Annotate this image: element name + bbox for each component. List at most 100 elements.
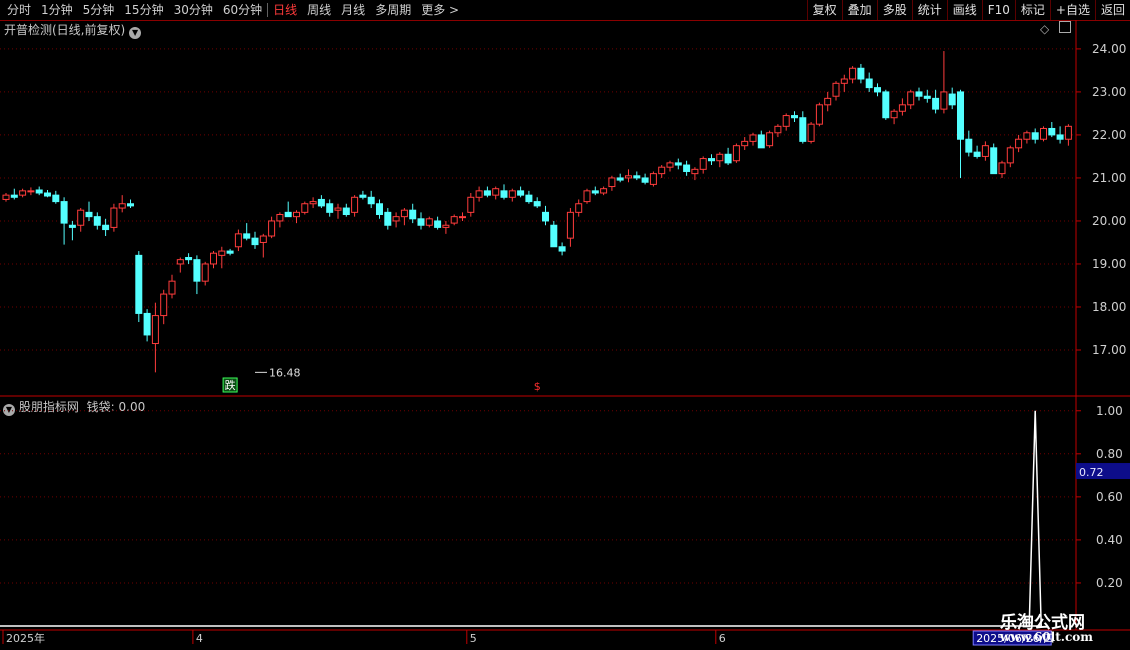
candle	[434, 216, 442, 230]
candle	[342, 203, 350, 217]
candle	[185, 253, 193, 264]
candle	[633, 171, 641, 181]
candle	[309, 197, 317, 209]
candle	[907, 89, 915, 110]
candle-body	[749, 134, 757, 142]
candle-body	[849, 67, 857, 80]
candle	[981, 141, 989, 161]
candle	[27, 187, 35, 196]
candle-body	[633, 175, 641, 179]
candle	[492, 186, 500, 200]
price-tick-label: 18.00	[1092, 300, 1126, 314]
candle	[77, 208, 85, 232]
event-marker-label: 跌	[225, 378, 236, 392]
candle	[566, 208, 574, 247]
candle-body	[957, 91, 964, 140]
candle-body	[492, 188, 500, 196]
candle	[940, 51, 948, 114]
candle	[658, 165, 666, 178]
current-value-label: 0.72	[1079, 466, 1104, 479]
candle	[326, 199, 334, 217]
candle-body	[641, 177, 649, 183]
candle	[591, 186, 599, 196]
candle-body	[1064, 125, 1072, 140]
candle	[724, 147, 732, 166]
candle	[1031, 128, 1039, 144]
candle-body	[965, 138, 973, 153]
candle-body	[500, 190, 508, 198]
candle	[824, 91, 832, 112]
candle	[882, 89, 890, 120]
candle	[542, 205, 549, 226]
candle	[832, 81, 840, 101]
candle-body	[517, 190, 525, 196]
candle-body	[326, 203, 334, 213]
candle	[168, 274, 176, 299]
candle-body	[210, 252, 217, 265]
candle-body	[85, 211, 93, 218]
candle-body	[857, 67, 865, 80]
candle-body	[475, 190, 483, 198]
indicator-tick-label: 0.40	[1096, 533, 1123, 547]
candle-body	[467, 196, 475, 213]
candle	[176, 257, 184, 273]
candle	[990, 143, 998, 175]
candle	[525, 190, 533, 204]
candle	[898, 98, 906, 116]
candle-body	[824, 97, 832, 106]
candle	[293, 210, 300, 224]
candle	[359, 190, 367, 200]
candle-body	[907, 91, 915, 106]
candle-body	[309, 201, 317, 205]
candle-body	[600, 188, 608, 194]
chart-canvas[interactable]: 16.4823.95 跌$财$减 17.0018.0019.0020.0021.…	[0, 0, 1130, 650]
candle	[351, 195, 359, 217]
candle	[93, 212, 101, 230]
candle-body	[981, 145, 989, 157]
candle	[757, 130, 765, 149]
candle	[384, 208, 392, 230]
candle-body	[483, 190, 491, 196]
indicator-tick-label: 1.00	[1096, 404, 1123, 418]
candle	[965, 130, 973, 157]
candle	[708, 154, 715, 166]
candle-body	[359, 194, 367, 198]
candle	[19, 188, 27, 198]
candle-body	[135, 254, 143, 314]
candle	[957, 89, 964, 178]
candle-body	[118, 203, 126, 209]
candle	[625, 169, 632, 183]
price-tick-label: 23.00	[1092, 85, 1126, 99]
time-tick-label: 5	[470, 632, 477, 645]
candle	[135, 251, 143, 323]
candle-body	[68, 224, 76, 228]
candle	[1006, 145, 1014, 168]
candle-body	[1056, 134, 1064, 140]
candle-body	[874, 87, 881, 93]
candle-body	[1015, 138, 1023, 149]
candle	[973, 145, 981, 159]
candle-body	[251, 237, 259, 246]
candle-body	[44, 192, 51, 197]
candle	[600, 186, 608, 196]
candle-body	[807, 123, 815, 142]
candle-body	[52, 194, 60, 203]
candle-body	[766, 132, 774, 147]
candle-body	[542, 211, 549, 222]
candle-body	[658, 166, 666, 175]
candle	[400, 208, 408, 226]
candle-body	[973, 151, 981, 157]
candle-body	[19, 190, 27, 196]
candle	[716, 152, 724, 168]
candle	[68, 220, 76, 241]
candle-body	[2, 194, 10, 200]
candle	[807, 122, 815, 144]
candle	[923, 89, 931, 103]
candle-body	[176, 259, 184, 265]
candle-body	[583, 190, 591, 203]
candle	[1056, 126, 1064, 144]
candle-body	[757, 134, 765, 149]
candle-body	[1048, 127, 1056, 136]
candle-body	[450, 216, 458, 224]
candle	[459, 212, 466, 221]
